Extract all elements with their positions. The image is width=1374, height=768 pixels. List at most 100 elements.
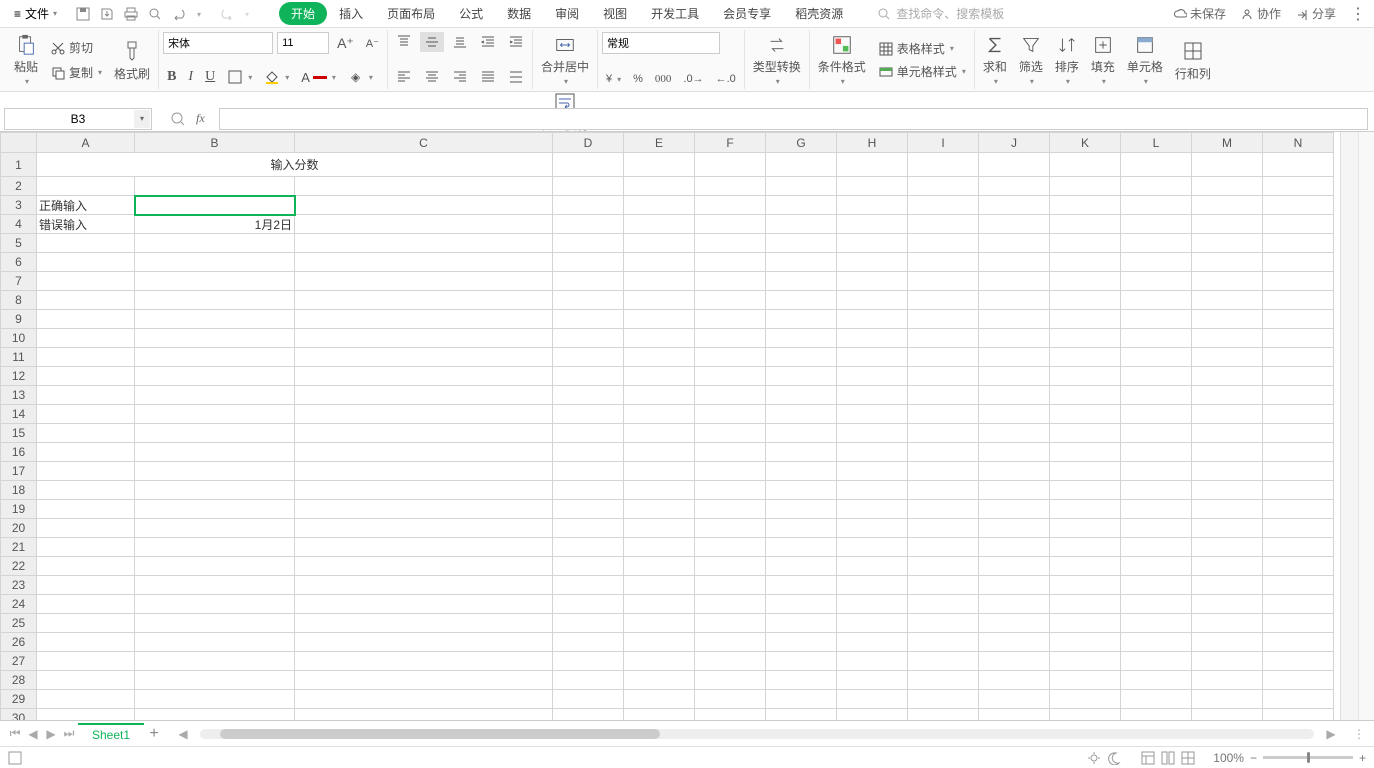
cell-D17[interactable]	[553, 462, 624, 481]
redo-icon[interactable]	[219, 6, 235, 22]
unsaved-button[interactable]: 未保存	[1173, 5, 1226, 22]
cell-A27[interactable]	[37, 652, 135, 671]
row-header-10[interactable]: 10	[1, 329, 37, 348]
cell-H7[interactable]	[837, 272, 908, 291]
cell-N1[interactable]	[1263, 153, 1334, 177]
cell-L17[interactable]	[1121, 462, 1192, 481]
cell-M28[interactable]	[1192, 671, 1263, 690]
cell-L2[interactable]	[1121, 177, 1192, 196]
row-header-22[interactable]: 22	[1, 557, 37, 576]
cell-I20[interactable]	[908, 519, 979, 538]
cell-N13[interactable]	[1263, 386, 1334, 405]
collab-button[interactable]: 协作	[1240, 5, 1281, 22]
cell-I12[interactable]	[908, 367, 979, 386]
row-header-30[interactable]: 30	[1, 709, 37, 721]
cell-B19[interactable]	[135, 500, 295, 519]
cell-H2[interactable]	[837, 177, 908, 196]
cell-L24[interactable]	[1121, 595, 1192, 614]
cell-D23[interactable]	[553, 576, 624, 595]
cell-G2[interactable]	[766, 177, 837, 196]
cell-L23[interactable]	[1121, 576, 1192, 595]
row-header-14[interactable]: 14	[1, 405, 37, 424]
cell-H27[interactable]	[837, 652, 908, 671]
row-header-7[interactable]: 7	[1, 272, 37, 291]
col-header-K[interactable]: K	[1050, 133, 1121, 153]
cell-G27[interactable]	[766, 652, 837, 671]
cell-K16[interactable]	[1050, 443, 1121, 462]
cell-F11[interactable]	[695, 348, 766, 367]
col-header-A[interactable]: A	[37, 133, 135, 153]
cell-F9[interactable]	[695, 310, 766, 329]
cell-F30[interactable]	[695, 709, 766, 721]
indent-increase-button[interactable]	[504, 32, 528, 52]
page-layout-view-icon[interactable]	[1161, 751, 1175, 765]
cell-G9[interactable]	[766, 310, 837, 329]
cell-A2[interactable]	[37, 177, 135, 196]
cell-L14[interactable]	[1121, 405, 1192, 424]
cell-G7[interactable]	[766, 272, 837, 291]
cell-I4[interactable]	[908, 215, 979, 234]
cell-M19[interactable]	[1192, 500, 1263, 519]
row-header-27[interactable]: 27	[1, 652, 37, 671]
cell-E7[interactable]	[624, 272, 695, 291]
tab-member[interactable]: 会员专享	[711, 1, 783, 26]
cell-N3[interactable]	[1263, 196, 1334, 215]
sheet-nav-prev[interactable]: ◀	[24, 727, 42, 741]
cell-L22[interactable]	[1121, 557, 1192, 576]
cell-B27[interactable]	[135, 652, 295, 671]
cell-L30[interactable]	[1121, 709, 1192, 721]
row-header-24[interactable]: 24	[1, 595, 37, 614]
cell-I8[interactable]	[908, 291, 979, 310]
cell-F8[interactable]	[695, 291, 766, 310]
cell-K21[interactable]	[1050, 538, 1121, 557]
cell-I18[interactable]	[908, 481, 979, 500]
pagebreak-view-icon[interactable]	[1181, 751, 1195, 765]
cell-N7[interactable]	[1263, 272, 1334, 291]
cell-L9[interactable]	[1121, 310, 1192, 329]
cell-D12[interactable]	[553, 367, 624, 386]
status-ready-icon[interactable]	[8, 751, 22, 765]
cell-J6[interactable]	[979, 253, 1050, 272]
cell-L1[interactable]	[1121, 153, 1192, 177]
row-header-5[interactable]: 5	[1, 234, 37, 253]
select-all-corner[interactable]	[1, 133, 37, 153]
cell-G4[interactable]	[766, 215, 837, 234]
phonetic-button[interactable]: ◈	[344, 67, 377, 87]
cell-J8[interactable]	[979, 291, 1050, 310]
cell-C15[interactable]	[295, 424, 553, 443]
cell-B24[interactable]	[135, 595, 295, 614]
cell-L29[interactable]	[1121, 690, 1192, 709]
cell-C9[interactable]	[295, 310, 553, 329]
cell-B26[interactable]	[135, 633, 295, 652]
cell-J23[interactable]	[979, 576, 1050, 595]
cell-J5[interactable]	[979, 234, 1050, 253]
expand-icon[interactable]	[170, 111, 186, 127]
cell-G30[interactable]	[766, 709, 837, 721]
cell-E2[interactable]	[624, 177, 695, 196]
cell-H13[interactable]	[837, 386, 908, 405]
row-header-16[interactable]: 16	[1, 443, 37, 462]
cell-E29[interactable]	[624, 690, 695, 709]
tab-review[interactable]: 审阅	[543, 1, 591, 26]
cell-E21[interactable]	[624, 538, 695, 557]
cell-A14[interactable]	[37, 405, 135, 424]
cell-I29[interactable]	[908, 690, 979, 709]
cell-H30[interactable]	[837, 709, 908, 721]
row-header-18[interactable]: 18	[1, 481, 37, 500]
cell-J27[interactable]	[979, 652, 1050, 671]
cell-E12[interactable]	[624, 367, 695, 386]
table-style-button[interactable]: 表格样式	[874, 38, 970, 59]
cell-J2[interactable]	[979, 177, 1050, 196]
cell-L21[interactable]	[1121, 538, 1192, 557]
cell-K15[interactable]	[1050, 424, 1121, 443]
sum-button[interactable]: 求和	[979, 32, 1011, 88]
cell-N18[interactable]	[1263, 481, 1334, 500]
col-header-J[interactable]: J	[979, 133, 1050, 153]
cell-M4[interactable]	[1192, 215, 1263, 234]
cell-A6[interactable]	[37, 253, 135, 272]
cell-E15[interactable]	[624, 424, 695, 443]
cell-G26[interactable]	[766, 633, 837, 652]
col-header-I[interactable]: I	[908, 133, 979, 153]
cell-H28[interactable]	[837, 671, 908, 690]
row-header-2[interactable]: 2	[1, 177, 37, 196]
